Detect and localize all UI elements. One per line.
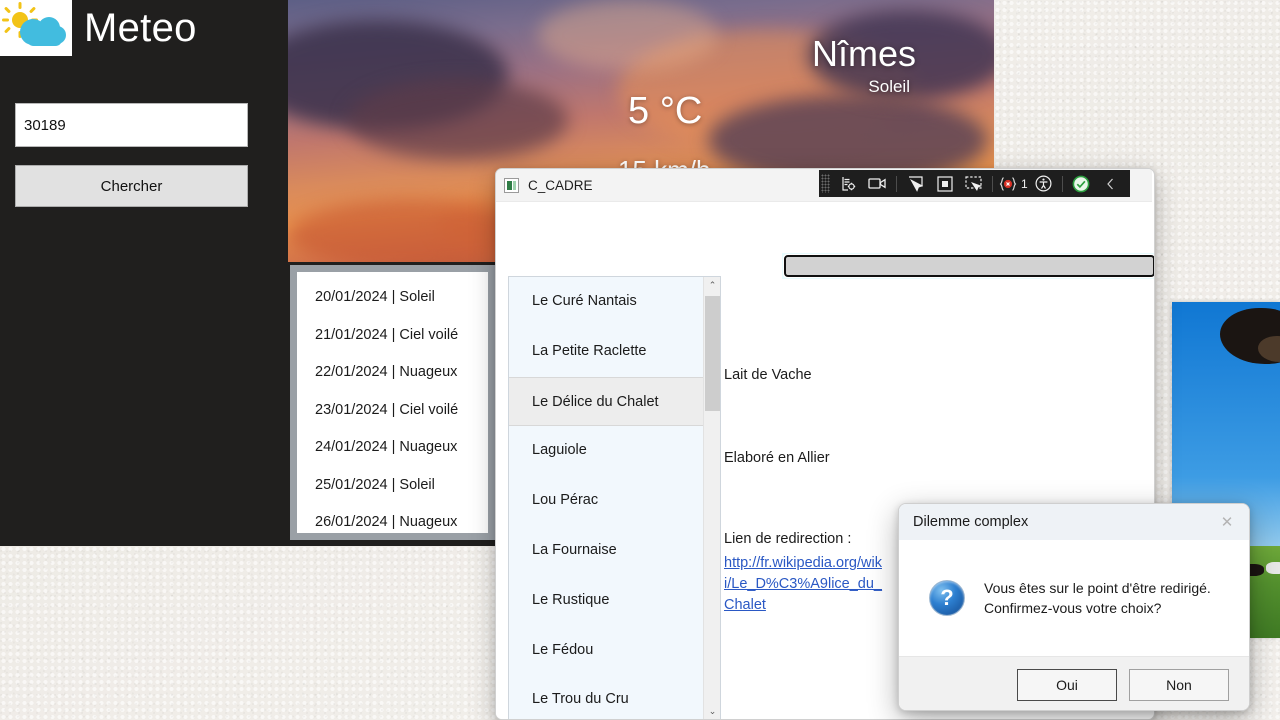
pointer-select-icon[interactable] <box>902 172 929 195</box>
dialog-content: ? Vous êtes sur le point d'être redirigé… <box>899 540 1249 656</box>
scrollbar-thumb[interactable] <box>705 296 720 411</box>
forecast-item[interactable]: 24/01/2024 | Nuageux <box>297 436 488 474</box>
question-mark-icon: ? <box>929 580 965 616</box>
list-item[interactable]: Le Fédou <box>509 626 703 676</box>
forecast-item[interactable]: 22/01/2024 | Nuageux <box>297 361 488 399</box>
record-video-icon[interactable] <box>864 172 891 195</box>
close-icon[interactable]: ✕ <box>1209 507 1245 537</box>
element-box-icon[interactable] <box>931 172 958 195</box>
listbox-scrollbar[interactable]: ⌃ ⌄ <box>703 277 720 720</box>
forecast-panel: 20/01/2024 | Soleil 21/01/2024 | Ciel vo… <box>290 265 495 540</box>
dialog-titlebar[interactable]: Dilemme complex ✕ <box>899 504 1249 540</box>
cheese-listbox-items: Le Curé Nantais La Petite Raclette Le Dé… <box>509 277 703 720</box>
dialog-message-line2: Confirmez-vous votre choix? <box>984 598 1211 618</box>
forecast-item[interactable]: 20/01/2024 | Soleil <box>297 286 488 324</box>
desktop-root: Meteo Chercher 5 °C 15 km/h Nîmes Soleil… <box>0 0 1280 720</box>
current-condition: Soleil <box>868 77 910 97</box>
toolbar-drag-handle[interactable] <box>821 174 830 193</box>
meteo-logo-icon <box>0 0 72 56</box>
list-item[interactable]: Le Curé Nantais <box>509 277 703 327</box>
cadre-window-title: C_CADRE <box>528 178 593 193</box>
forecast-item[interactable]: 23/01/2024 | Ciel voilé <box>297 399 488 437</box>
chevron-left-icon[interactable] <box>1097 172 1124 195</box>
error-badge-icon[interactable] <box>998 172 1018 195</box>
cheese-listbox[interactable]: Le Curé Nantais La Petite Raclette Le Dé… <box>508 276 721 720</box>
list-item[interactable]: Lou Pérac <box>509 476 703 526</box>
dialog-message: Vous êtes sur le point d'être redirigé. … <box>984 578 1211 618</box>
cadre-titlebar[interactable]: C_CADRE <box>495 169 1152 202</box>
scroll-down-icon[interactable]: ⌄ <box>704 703 721 720</box>
wikipedia-link[interactable]: http://fr.wikipedia.org/wiki/Le_D%C3%A9l… <box>724 553 884 616</box>
list-item[interactable]: La Fournaise <box>509 526 703 576</box>
list-item[interactable]: Le Rustique <box>509 576 703 626</box>
dialog-footer: Oui Non <box>899 656 1249 711</box>
list-item[interactable]: Laguiole <box>509 426 703 476</box>
confirm-yes-button[interactable]: Oui <box>1017 669 1117 701</box>
dialog-title: Dilemme complex <box>913 514 1028 530</box>
dialog-message-line1: Vous êtes sur le point d'être redirigé. <box>984 578 1211 598</box>
forecast-item[interactable]: 26/01/2024 | Nuageux <box>297 511 488 533</box>
toolbar-divider <box>1062 176 1063 192</box>
detail-milk-type: Lait de Vache <box>724 367 812 383</box>
meteo-app-title: Meteo <box>84 6 197 51</box>
window-app-icon <box>504 178 519 193</box>
forecast-item[interactable]: 25/01/2024 | Soleil <box>297 474 488 512</box>
search-field-focus-ring <box>782 253 1155 279</box>
list-item[interactable]: La Petite Raclette <box>509 327 703 377</box>
postal-code-input[interactable] <box>15 103 248 147</box>
scroll-up-icon[interactable]: ⌃ <box>704 277 721 294</box>
current-temperature: 5 °C <box>628 90 702 133</box>
forecast-list[interactable]: 20/01/2024 | Soleil 21/01/2024 | Ciel vo… <box>297 272 488 533</box>
search-button[interactable]: Chercher <box>15 165 248 207</box>
list-item[interactable]: Le Trou du Cru <box>509 675 703 720</box>
detail-link-label: Lien de redirection : <box>724 531 851 547</box>
dev-toolbar[interactable]: 1 <box>819 170 1130 197</box>
toolbar-divider <box>896 176 897 192</box>
confirm-no-button[interactable]: Non <box>1129 669 1229 701</box>
accessibility-icon[interactable] <box>1030 172 1057 195</box>
error-count: 1 <box>1021 177 1028 191</box>
inspect-settings-icon[interactable] <box>835 172 862 195</box>
detail-origin: Elaboré en Allier <box>724 450 830 466</box>
current-city: Nîmes <box>812 33 916 75</box>
check-circle-icon[interactable] <box>1068 172 1095 195</box>
screen-select-icon[interactable] <box>960 172 987 195</box>
confirm-dialog: Dilemme complex ✕ ? Vous êtes sur le poi… <box>898 503 1250 711</box>
toolbar-divider <box>992 176 993 192</box>
list-item-selected[interactable]: Le Délice du Chalet <box>509 377 703 427</box>
cheese-search-input[interactable] <box>785 256 1154 276</box>
forecast-item[interactable]: 21/01/2024 | Ciel voilé <box>297 324 488 362</box>
